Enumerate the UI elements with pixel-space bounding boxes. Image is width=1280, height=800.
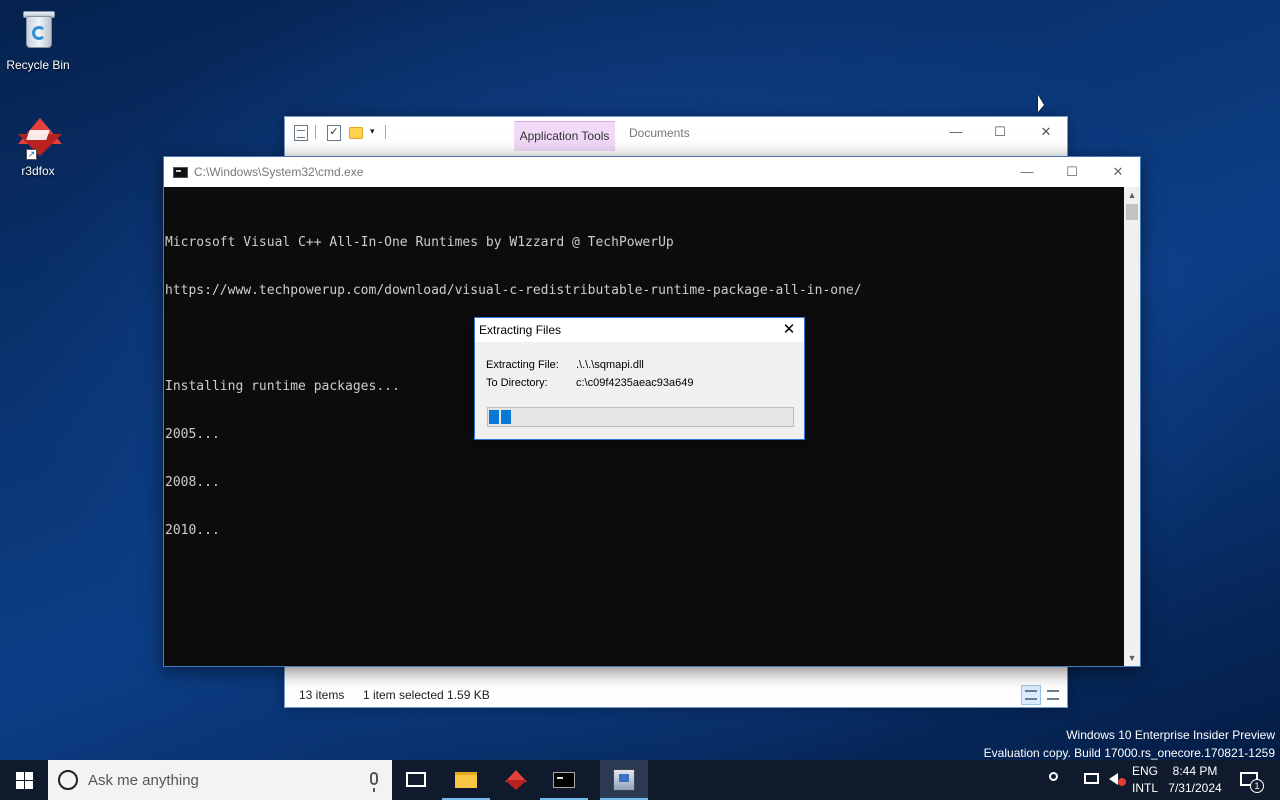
maximize-button[interactable]: ☐	[977, 117, 1023, 147]
to-directory-value: c:\c09f4235aeac93a649	[576, 377, 694, 389]
input-language-button[interactable]: ENG INTL	[1130, 760, 1160, 800]
details-view-icon	[1025, 690, 1037, 700]
desktop-icon-label: r3dfox	[21, 164, 55, 178]
details-view-button[interactable]	[1021, 685, 1041, 705]
selection-info: 1 item selected 1.59 KB	[363, 688, 490, 702]
clock-date: 7/31/2024	[1168, 781, 1222, 795]
maximize-button[interactable]: ☐	[1049, 157, 1095, 187]
console-line: https://www.techpowerup.com/download/vis…	[165, 283, 862, 298]
progress-block	[489, 410, 499, 424]
extracting-file-value: .\.\.\sqmapi.dll	[576, 359, 644, 371]
clock[interactable]: 8:44 PM 7/31/2024	[1162, 760, 1228, 800]
recycle-bin-icon	[14, 6, 62, 54]
search-input[interactable]: Ask me anything	[88, 772, 199, 789]
status-bar: 13 items 1 item selected 1.59 KB	[285, 683, 1067, 707]
cmd-titlebar[interactable]: C:\Windows\System32\cmd.exe — ☐ ✕	[164, 157, 1140, 187]
window-title: Documents	[629, 126, 690, 140]
to-directory-label: To Directory:	[486, 377, 548, 389]
network-icon	[1084, 773, 1099, 784]
people-button[interactable]	[1042, 760, 1068, 800]
properties-icon[interactable]	[294, 125, 308, 141]
volume-button[interactable]	[1104, 760, 1128, 800]
scroll-down-icon[interactable]: ▼	[1124, 650, 1140, 666]
keyboard-layout: INTL	[1131, 781, 1158, 795]
taskbar-file-explorer[interactable]	[442, 760, 490, 800]
search-box[interactable]: Ask me anything	[48, 760, 392, 800]
explorer-titlebar[interactable]: ✓ ▾ Application Tools Documents — ☐ ✕	[285, 117, 1067, 151]
taskbar: Ask me anything ENG INTL 8:44 PM 7/31/20…	[0, 760, 1280, 800]
language-code: ENG	[1131, 764, 1158, 778]
close-button[interactable]: ✕	[774, 318, 804, 342]
r3dfox-icon	[505, 780, 527, 790]
progress-fill	[489, 410, 511, 424]
taskbar-installer[interactable]	[600, 760, 648, 800]
notification-count: 1	[1250, 779, 1264, 793]
dialog-titlebar[interactable]: Extracting Files ✕	[475, 318, 804, 342]
volume-muted-icon	[1109, 773, 1118, 785]
console-line: Microsoft Visual C++ All-In-One Runtimes…	[165, 235, 674, 250]
task-view-button[interactable]	[392, 760, 440, 800]
start-button[interactable]	[0, 760, 48, 800]
toolbar-separator	[385, 125, 386, 139]
cortana-icon[interactable]	[58, 770, 78, 790]
mouse-cursor-icon	[1038, 95, 1044, 112]
large-icons-view-icon	[1047, 690, 1059, 700]
extracting-files-dialog[interactable]: Extracting Files ✕ Extracting File: .\.\…	[474, 317, 805, 440]
console-icon	[553, 772, 575, 788]
installer-icon	[613, 769, 635, 791]
vertical-scrollbar[interactable]: ▲ ▼	[1124, 187, 1140, 666]
extracting-file-label: Extracting File:	[486, 359, 559, 371]
watermark-line: Windows 10 Enterprise Insider Preview	[1066, 728, 1275, 742]
close-button[interactable]: ✕	[1023, 117, 1069, 147]
taskbar-command-prompt[interactable]	[540, 760, 588, 800]
windows-logo-icon	[16, 772, 33, 789]
folder-icon	[455, 772, 477, 788]
action-center-button[interactable]: 1	[1230, 760, 1278, 800]
toolbar-separator	[315, 125, 316, 139]
window-title: C:\Windows\System32\cmd.exe	[194, 165, 364, 179]
clock-time: 8:44 PM	[1172, 764, 1218, 778]
desktop-icon-recycle-bin[interactable]: Recycle Bin	[0, 6, 76, 72]
extraction-progress-bar	[487, 407, 794, 427]
console-line: 2008...	[165, 475, 220, 490]
minimize-button[interactable]: —	[933, 117, 979, 147]
progress-block	[501, 410, 511, 424]
scroll-thumb[interactable]	[1126, 204, 1138, 220]
console-line: 2010...	[165, 523, 220, 538]
r3dfox-icon: ↗	[14, 112, 62, 160]
item-count: 13 items	[299, 688, 345, 702]
scroll-up-icon[interactable]: ▲	[1124, 187, 1140, 203]
customize-dropdown-icon[interactable]: ▾	[370, 126, 384, 142]
desktop-icon-r3dfox[interactable]: ↗ r3dfox	[0, 112, 76, 178]
large-icons-view-button[interactable]	[1043, 685, 1063, 705]
shortcut-arrow-icon: ↗	[26, 149, 37, 160]
dialog-title: Extracting Files	[479, 323, 562, 337]
microphone-icon[interactable]	[370, 772, 378, 792]
task-view-icon	[406, 772, 426, 787]
console-icon	[173, 167, 188, 178]
people-icon	[1049, 772, 1058, 781]
checkmark-icon[interactable]: ✓	[327, 125, 341, 141]
network-button[interactable]	[1080, 760, 1104, 800]
desktop-icon-label: Recycle Bin	[6, 58, 70, 72]
minimize-button[interactable]: —	[1004, 157, 1050, 187]
taskbar-r3dfox[interactable]	[492, 760, 540, 800]
new-folder-icon[interactable]	[349, 127, 363, 139]
evaluation-watermark: Windows 10 Enterprise Insider Preview Ev…	[984, 726, 1275, 762]
close-button[interactable]: ✕	[1095, 157, 1141, 187]
tab-application-tools[interactable]: Application Tools	[514, 121, 615, 151]
